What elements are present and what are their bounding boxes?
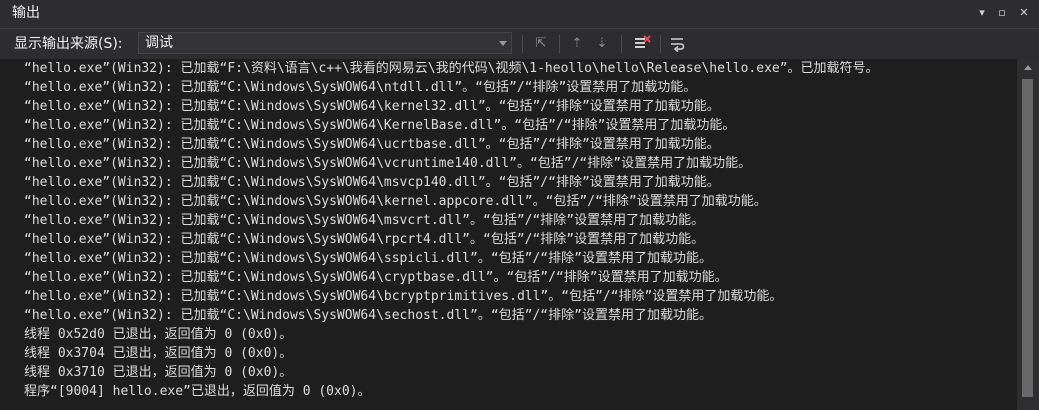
output-line: “hello.exe”(Win32): 已加载“C:\Windows\SysWO… <box>24 99 720 114</box>
output-panel-titlebar: 输出 ▾ ▫ ✕ <box>0 0 1039 28</box>
output-line: “hello.exe”(Win32): 已加载“C:\Windows\SysWO… <box>24 308 712 323</box>
output-line: “hello.exe”(Win32): 已加载“C:\Windows\SysWO… <box>24 251 712 266</box>
output-line: 程序“[9004] hello.exe”已退出，返回值为 0 (0x0)。 <box>24 384 371 399</box>
output-line: “hello.exe”(Win32): 已加载“C:\Windows\SysWO… <box>24 80 697 95</box>
output-line: “hello.exe”(Win32): 已加载“C:\Windows\SysWO… <box>24 270 728 285</box>
output-line: “hello.exe”(Win32): 已加载“C:\Windows\SysWO… <box>24 118 736 133</box>
word-wrap-icon[interactable] <box>668 34 688 54</box>
output-toolbar: 显示输出来源(S): 调试 ⇱ ⇡ ⇣ <box>0 28 1039 59</box>
output-line: “hello.exe”(Win32): 已加载“C:\Windows\SysWO… <box>24 232 705 247</box>
vertical-scrollbar[interactable] <box>1017 59 1039 410</box>
output-source-label: 显示输出来源(S): <box>14 36 123 52</box>
chevron-down-icon[interactable]: ▾ <box>974 5 990 21</box>
close-icon[interactable]: ✕ <box>1016 5 1032 21</box>
output-text-area[interactable]: “hello.exe”(Win32): 已加载“F:\资料\语言\c++\我看的… <box>0 59 1017 410</box>
output-line: “hello.exe”(Win32): 已加载“C:\Windows\SysWO… <box>24 137 720 152</box>
restore-icon[interactable]: ▫ <box>994 5 1010 21</box>
scrollbar-thumb[interactable] <box>1022 79 1033 397</box>
toolbar-separator <box>621 35 622 53</box>
output-line: 线程 0x3710 已退出，返回值为 0 (0x0)。 <box>24 365 293 380</box>
panel-title: 输出 <box>12 5 40 21</box>
output-source-select[interactable]: 调试 <box>138 32 512 54</box>
find-message-icon[interactable]: ⇱ <box>531 34 551 54</box>
output-line: “hello.exe”(Win32): 已加载“C:\Windows\SysWO… <box>24 194 767 209</box>
output-line: “hello.exe”(Win32): 已加载“C:\Windows\SysWO… <box>24 289 783 304</box>
toolbar-separator <box>522 35 523 53</box>
next-message-icon[interactable]: ⇣ <box>592 34 612 54</box>
toolbar-separator <box>660 35 661 53</box>
toolbar-separator <box>559 35 560 53</box>
output-line: “hello.exe”(Win32): 已加载“C:\Windows\SysWO… <box>24 156 752 171</box>
scroll-up-icon[interactable] <box>1024 65 1032 70</box>
output-line: 线程 0x3704 已退出，返回值为 0 (0x0)。 <box>24 346 293 361</box>
output-line: 线程 0x52d0 已退出，返回值为 0 (0x0)。 <box>24 327 293 342</box>
output-lines: “hello.exe”(Win32): 已加载“F:\资料\语言\c++\我看的… <box>24 59 879 401</box>
output-line: “hello.exe”(Win32): 已加载“C:\Windows\SysWO… <box>24 175 720 190</box>
previous-message-icon[interactable]: ⇡ <box>567 34 587 54</box>
chevron-down-icon <box>499 41 507 46</box>
output-line: “hello.exe”(Win32): 已加载“C:\Windows\SysWO… <box>24 213 705 228</box>
output-line: “hello.exe”(Win32): 已加载“F:\资料\语言\c++\我看的… <box>24 61 879 76</box>
clear-all-icon[interactable] <box>632 34 652 54</box>
output-source-value: 调试 <box>145 35 173 51</box>
